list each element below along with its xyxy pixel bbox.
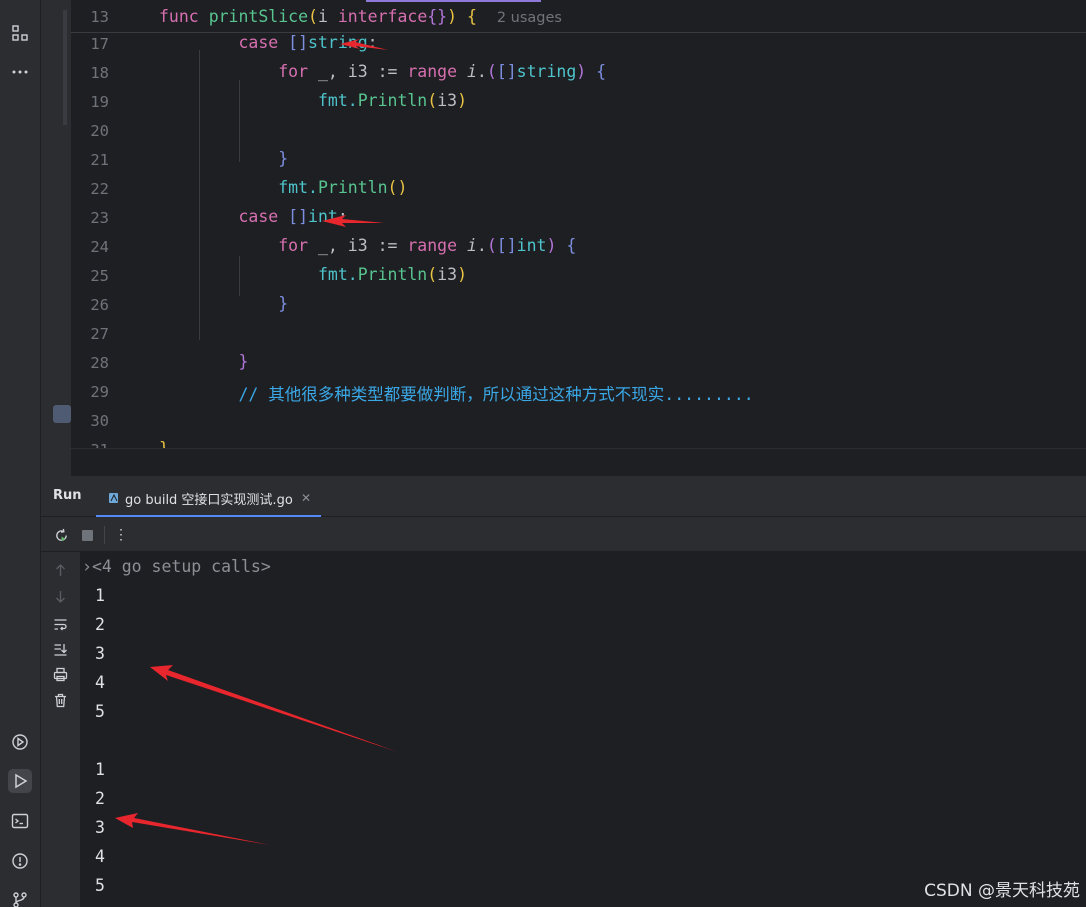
output-line: 5 — [95, 876, 105, 895]
line-number: 24 — [90, 238, 109, 256]
structure-panel — [41, 0, 71, 476]
stop-icon[interactable] — [77, 525, 97, 545]
output-line: 4 — [95, 673, 105, 692]
line-number: 26 — [90, 296, 109, 314]
output-line: 1 — [95, 586, 105, 605]
code-line-24: for _, i3 := range i.([]int) { — [278, 236, 577, 255]
code-line-17: case []string: — [238, 33, 378, 52]
down-arrow-icon[interactable] — [52, 588, 68, 604]
usages-hint[interactable]: 2 usages — [497, 10, 562, 26]
output-line: 3 — [95, 818, 105, 837]
structure-selection — [53, 405, 71, 423]
run-icon[interactable] — [8, 769, 32, 793]
more-options-icon[interactable]: ⋮ — [111, 525, 131, 545]
up-arrow-icon[interactable] — [52, 562, 68, 578]
output-line: 2 — [95, 789, 105, 808]
line-number: 25 — [90, 267, 109, 285]
line-number: 28 — [90, 354, 109, 372]
run-tab-label: go build 空接口实现测试.go — [125, 492, 293, 508]
watermark: CSDN @景天科技苑 — [924, 881, 1080, 901]
console-output[interactable]: ›<4 go setup calls> 1 2 3 4 5 1 2 3 4 5 — [80, 552, 1086, 907]
code-line-19: fmt.Println(i3) — [317, 91, 467, 110]
run-tool-window: Run go build 空接口实现测试.go ✕ ⋮ ›<4 go setup… — [41, 476, 1086, 907]
code-line-22: fmt.Println() — [278, 178, 408, 197]
line-number: 22 — [90, 180, 109, 198]
code-line-21: } — [278, 149, 289, 168]
console-side-actions — [41, 552, 80, 907]
code-line-18: for _, i3 := range i.([]string) { — [278, 62, 607, 81]
scroll-to-end-icon[interactable] — [52, 641, 68, 657]
code-line-25: fmt.Println(i3) — [317, 265, 467, 284]
close-icon[interactable]: ✕ — [301, 491, 311, 505]
output-line: 1 — [95, 760, 105, 779]
line-number: 23 — [90, 209, 109, 227]
git-icon[interactable] — [8, 888, 32, 907]
horizontal-scrollbar[interactable] — [71, 448, 1086, 476]
structure-icon[interactable] — [8, 21, 32, 45]
code-editor[interactable]: case []string: for _, i3 := range i.([]s… — [71, 0, 1086, 476]
terminal-icon[interactable] — [8, 809, 32, 833]
line-number: 13 — [90, 8, 109, 26]
soft-wrap-icon[interactable] — [52, 616, 68, 632]
sticky-function-header[interactable]: 13 func printSlice(i interface{}) { 2 us… — [71, 0, 1086, 33]
line-number: 27 — [90, 325, 109, 343]
line-number: 21 — [90, 151, 109, 169]
code-line-26: } — [278, 294, 289, 313]
line-number: 20 — [90, 122, 109, 140]
print-icon[interactable] — [52, 666, 68, 682]
output-line: 4 — [95, 847, 105, 866]
problems-icon[interactable] — [8, 849, 32, 873]
code-line-28: } — [238, 352, 249, 371]
run-tab-go-build[interactable]: go build 空接口实现测试.go ✕ — [96, 481, 321, 517]
chevron-right-icon: › — [82, 557, 92, 576]
code-line-23: case []int: — [238, 207, 348, 226]
code-line-29: // 其他很多种类型都要做判断，所以通过这种方式不现实......... — [238, 385, 754, 404]
run-title: Run — [53, 488, 82, 503]
folded-setup-calls[interactable]: ›<4 go setup calls> — [82, 557, 271, 576]
trash-icon[interactable] — [52, 692, 68, 708]
output-line: 2 — [95, 615, 105, 634]
go-file-icon — [108, 492, 120, 504]
sticky-highlight — [366, 0, 541, 2]
output-line: 5 — [95, 702, 105, 721]
line-number: 18 — [90, 64, 109, 82]
structure-scroll — [63, 10, 67, 125]
line-number: 19 — [90, 93, 109, 111]
run-toolbar: ⋮ — [41, 517, 1086, 552]
services-icon[interactable] — [8, 730, 32, 754]
line-number: 30 — [90, 412, 109, 430]
line-number: 29 — [90, 383, 109, 401]
code-line-13: func printSlice(i interface{}) { 2 usage… — [159, 7, 562, 26]
output-line: 3 — [95, 644, 105, 663]
tool-window-strip — [0, 0, 41, 907]
code-area[interactable]: case []string: for _, i3 := range i.([]s… — [159, 0, 1079, 476]
rerun-icon[interactable] — [51, 525, 71, 545]
more-icon[interactable] — [8, 60, 32, 84]
toolbar-divider — [104, 526, 105, 544]
line-number: 17 — [90, 35, 109, 53]
run-tab-bar: Run go build 空接口实现测试.go ✕ — [41, 476, 1086, 517]
